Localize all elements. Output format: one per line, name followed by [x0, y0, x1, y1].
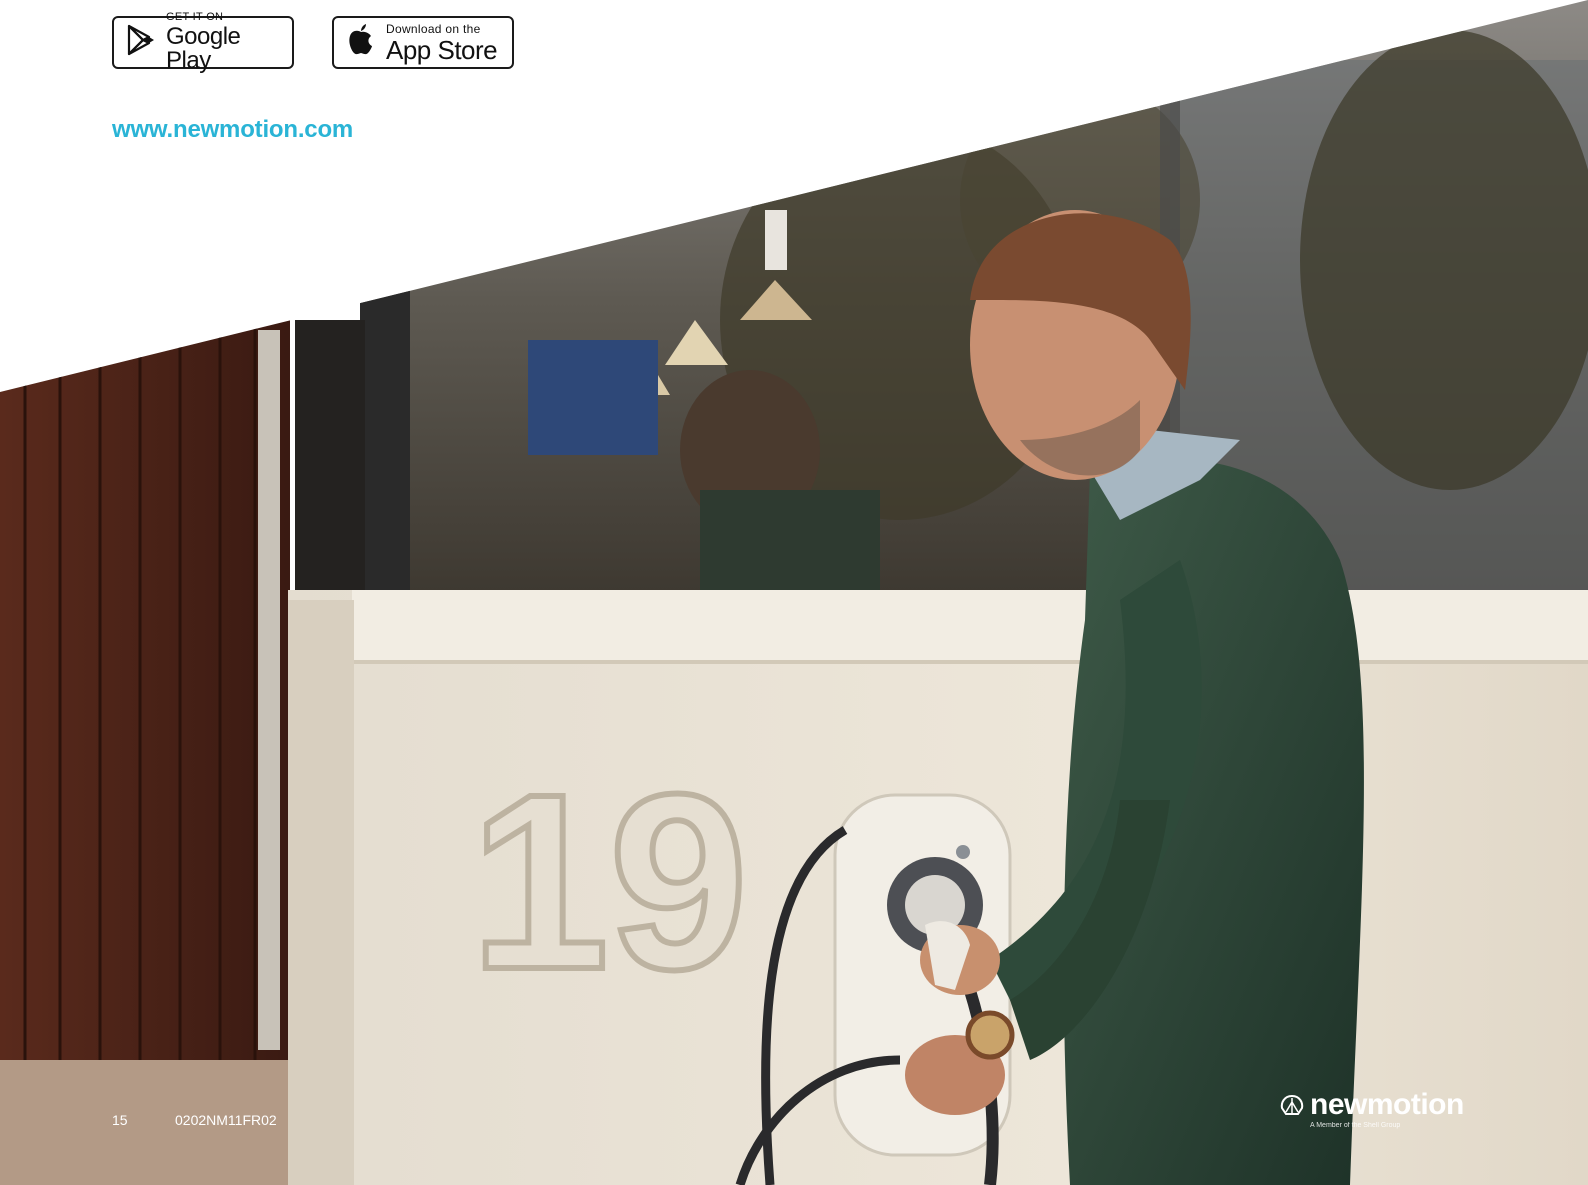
- apple-badge-main-text: App Store: [386, 34, 498, 65]
- logo-name-new: new: [1310, 1088, 1367, 1121]
- logo-name-motion: motion: [1366, 1088, 1464, 1121]
- app-store-badge[interactable]: Download on the App Store: [332, 16, 514, 69]
- google-play-badge[interactable]: GET IT ON Google Play: [112, 12, 294, 73]
- shell-icon: [1280, 1090, 1310, 1121]
- apple-badge-top-text: Download on the: [386, 21, 481, 36]
- house-number: 19: [470, 742, 748, 1021]
- newmotion-logo: newmotion A Member of the Shell Group: [1280, 1090, 1464, 1129]
- website-link[interactable]: www.newmotion.com: [112, 116, 353, 144]
- page-number: 15: [112, 1112, 128, 1128]
- google-play-icon: [126, 24, 156, 61]
- google-badge-top-text: GET IT ON: [166, 11, 224, 23]
- logo-tagline: A Member of the Shell Group: [1310, 1122, 1401, 1129]
- google-badge-main-text: Google Play: [166, 23, 241, 74]
- document-code: 0202NM11FR02: [175, 1112, 277, 1128]
- apple-icon: [346, 23, 376, 62]
- hero-photo: 19: [0, 0, 1588, 1185]
